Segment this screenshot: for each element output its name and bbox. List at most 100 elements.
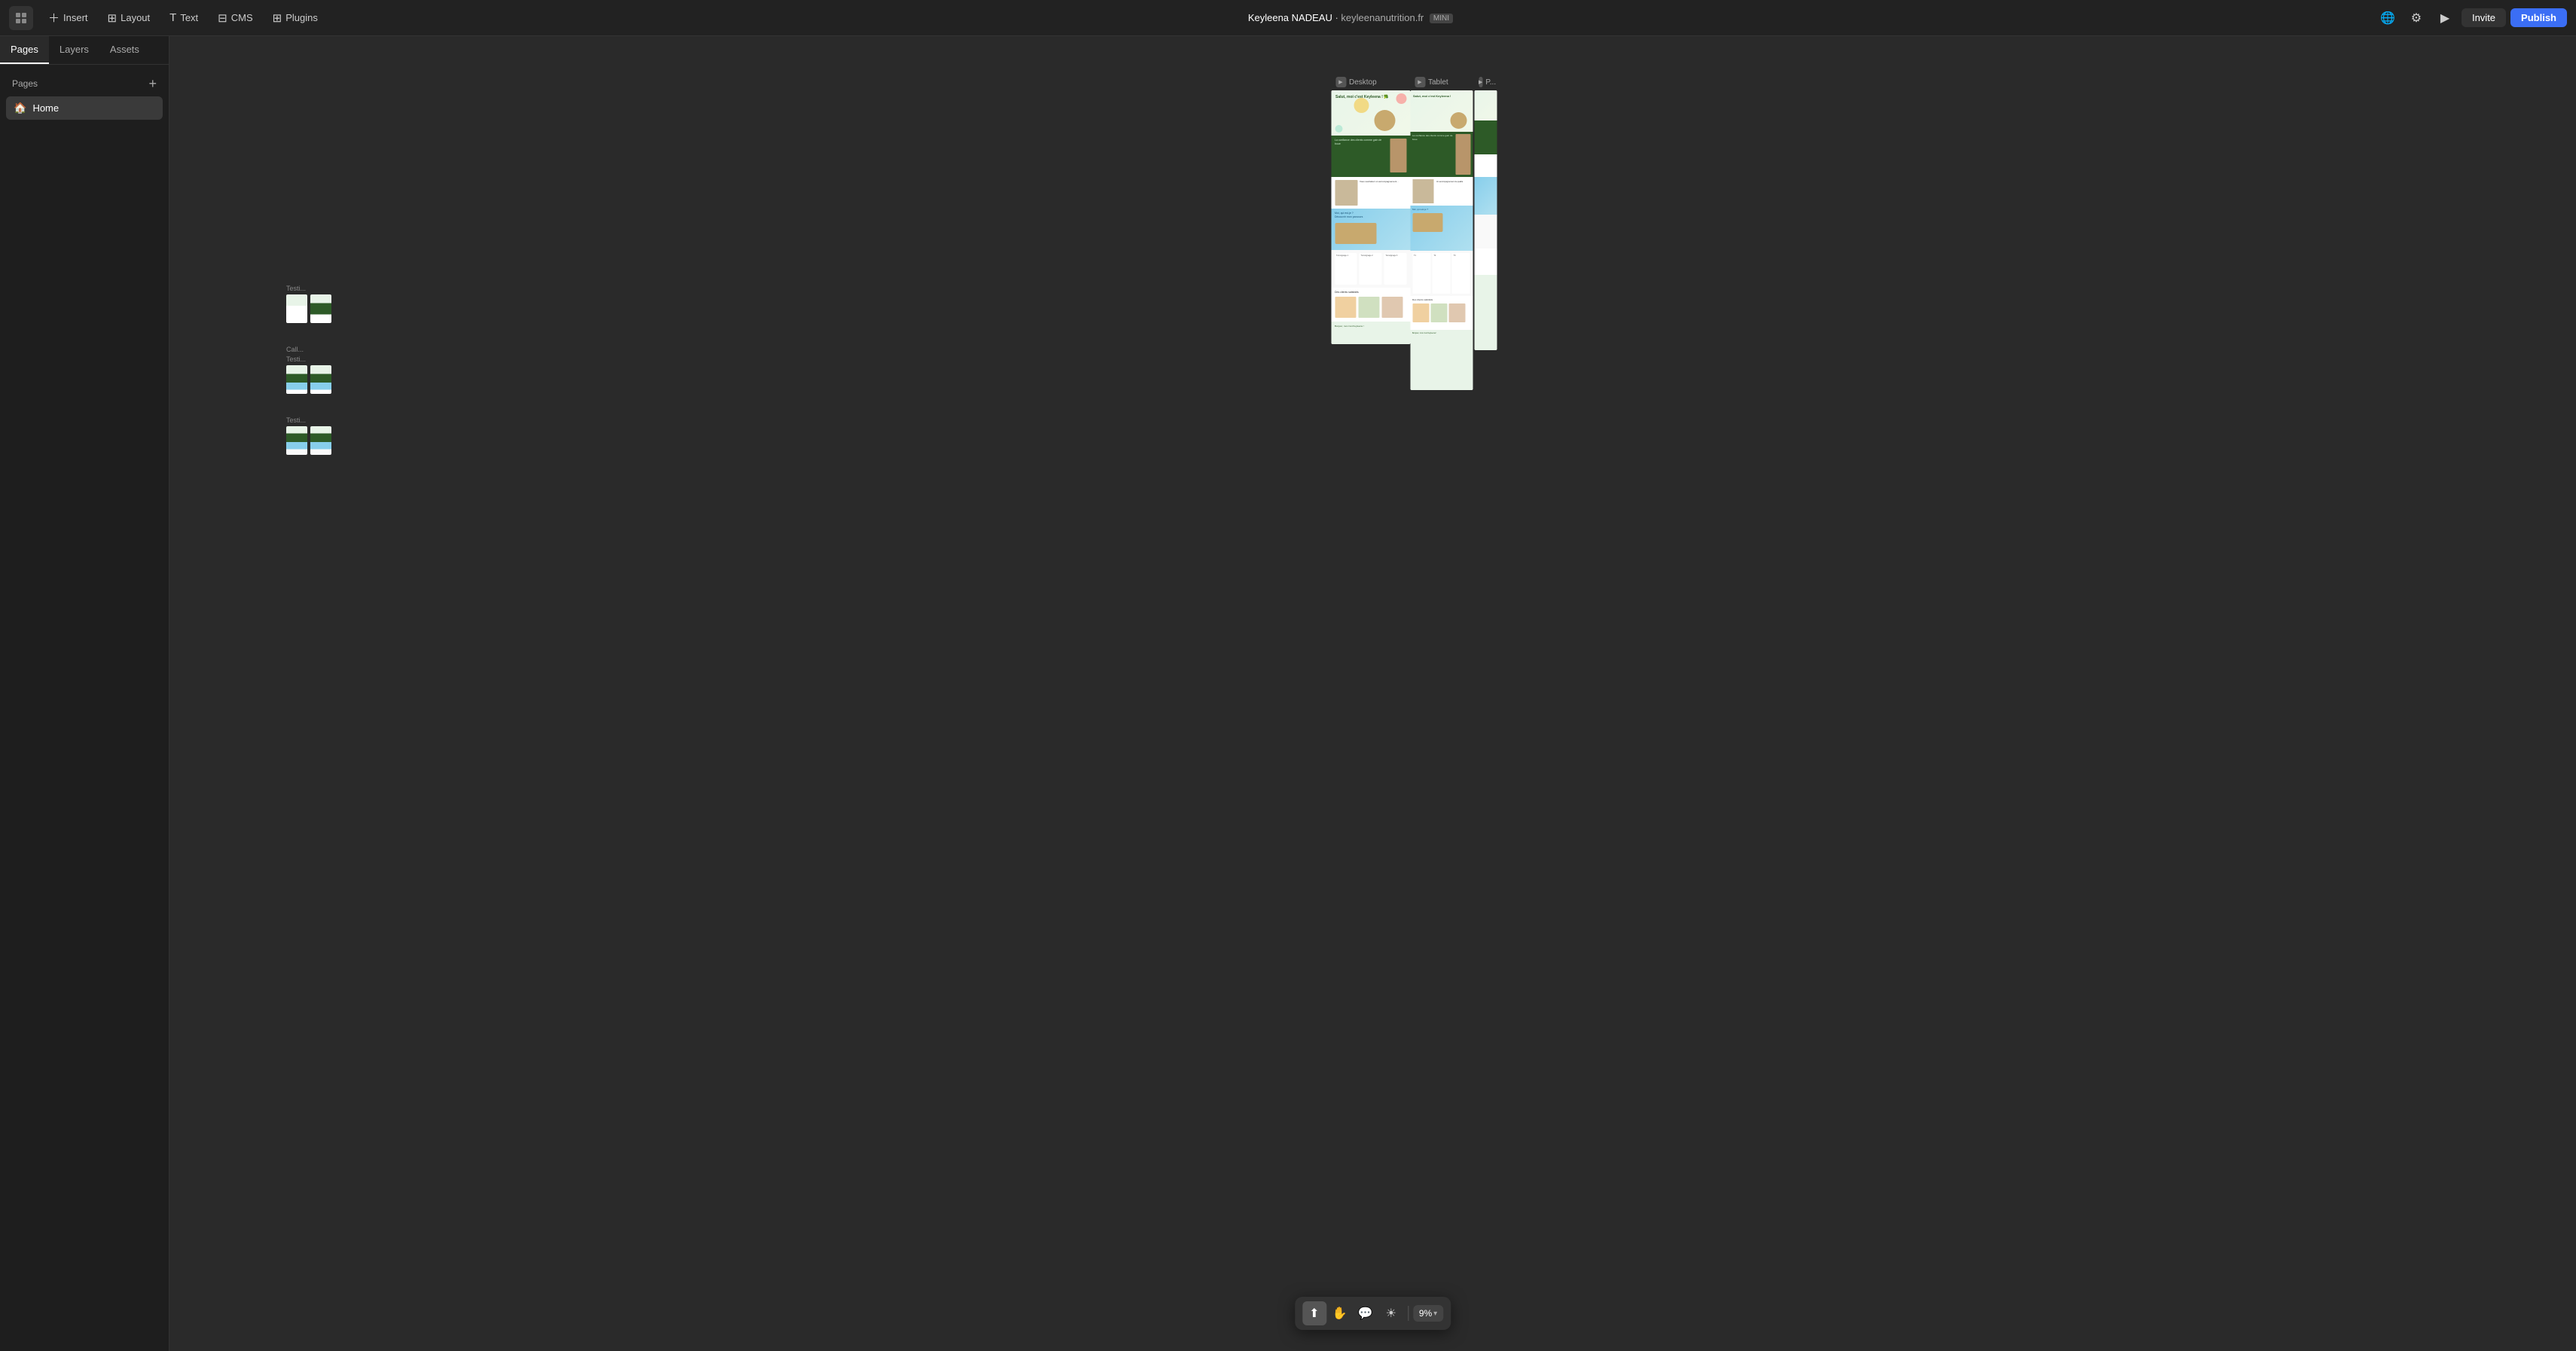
logo-button[interactable] bbox=[9, 6, 33, 30]
text-button[interactable]: T Text bbox=[162, 8, 206, 27]
settings-icon-button[interactable]: ⚙ bbox=[2404, 6, 2428, 30]
thumb-pair-1 bbox=[286, 294, 331, 323]
sidebar: Pages Layers Assets Pages + 🏠 Home bbox=[0, 36, 169, 1351]
thumb-mini-2b bbox=[310, 365, 331, 394]
desktop-column: ▶ Desktop Salut, moi c'est Keyleena ! 🥦 bbox=[1331, 74, 1410, 390]
cms-icon: ⊟ bbox=[218, 11, 227, 25]
home-icon: 🏠 bbox=[14, 102, 26, 114]
thumb-mini-3a bbox=[286, 426, 307, 455]
topbar-center: Keyleena NADEAU · keyleenanutrition.fr M… bbox=[330, 12, 2371, 23]
canvas-area[interactable]: Testi... Call... Testi... bbox=[169, 36, 2576, 1351]
phone-profile-section bbox=[1474, 154, 1497, 177]
desktop-section-img bbox=[1390, 139, 1406, 172]
tablet-testimonials-section: T1 T2 T3 bbox=[1410, 251, 1473, 296]
desktop-clients-section: Des clients satisfaits bbox=[1331, 288, 1410, 322]
bottom-toolbar: ⬆ ✋ 💬 ☀ 9% ▾ bbox=[1295, 1297, 1451, 1330]
desktop-bottom-section: Bonjour, moi c'est Keyleena ! bbox=[1331, 322, 1410, 344]
language-icon-button[interactable]: 🌐 bbox=[2376, 6, 2400, 30]
zoom-selector[interactable]: 9% ▾ bbox=[1413, 1305, 1443, 1322]
toolbar-divider bbox=[1408, 1306, 1409, 1321]
thumb-label-3: Testi... bbox=[286, 416, 306, 424]
zoom-arrow-icon: ▾ bbox=[1433, 1310, 1437, 1318]
settings-icon: ⚙ bbox=[2411, 11, 2422, 26]
thumb-pair-2 bbox=[286, 365, 331, 394]
small-thumbnails: Testi... Call... Testi... bbox=[286, 285, 331, 455]
desktop-profile-img bbox=[1335, 180, 1357, 206]
tablet-page-preview[interactable]: Salut, moi c'est Keyleena ! La confiance… bbox=[1410, 90, 1473, 390]
comment-icon: 💬 bbox=[1358, 1306, 1373, 1321]
lightbulb-icon: ☀ bbox=[1386, 1306, 1396, 1321]
phone-testimonials-section bbox=[1474, 215, 1497, 249]
phone-green-section bbox=[1474, 120, 1497, 154]
phone-header: ▶ P... bbox=[1474, 74, 1498, 90]
page-item-home[interactable]: 🏠 Home bbox=[6, 96, 163, 120]
thumb-group-2: Call... Testi... bbox=[286, 346, 331, 394]
desktop-hero-img bbox=[1374, 110, 1395, 131]
play-icon: ▶ bbox=[2440, 11, 2449, 26]
desktop-blue-section: Moi, qui est-je ?Découvrir mon parcours bbox=[1331, 209, 1410, 250]
tablet-bottom-section: Bonjour, moi c'est Keyleena ! bbox=[1410, 330, 1473, 390]
phone-page-preview[interactable] bbox=[1474, 90, 1497, 350]
thumb-mini-1a bbox=[286, 294, 307, 323]
thumb-group-3: Testi... bbox=[286, 416, 331, 455]
play-icon-button[interactable]: ▶ bbox=[2433, 6, 2457, 30]
publish-button[interactable]: Publish bbox=[2510, 8, 2567, 27]
tablet-play-icon: ▶ bbox=[1415, 77, 1425, 87]
sidebar-tabs: Pages Layers Assets bbox=[0, 36, 169, 65]
phone-clients-section bbox=[1474, 249, 1497, 275]
comment-tool-button[interactable]: 💬 bbox=[1354, 1301, 1378, 1325]
tablet-hero-section: Salut, moi c'est Keyleena ! bbox=[1410, 90, 1473, 132]
topbar-right: 🌐 ⚙ ▶ Invite Publish bbox=[2376, 6, 2567, 30]
main-area: Pages Layers Assets Pages + 🏠 Home Testi… bbox=[0, 36, 2576, 1351]
tablet-green-section: La confiance des clients comme gain de b… bbox=[1410, 132, 1473, 177]
desktop-page-preview[interactable]: Salut, moi c'est Keyleena ! 🥦 La confian… bbox=[1331, 90, 1410, 344]
cursor-tool-button[interactable]: ⬆ bbox=[1302, 1301, 1326, 1325]
phone-column: ▶ P... bbox=[1474, 74, 1498, 390]
phone-bottom-section bbox=[1474, 275, 1497, 350]
tablet-header: ▶ Tablet bbox=[1410, 74, 1474, 90]
cms-button[interactable]: ⊟ CMS bbox=[210, 8, 260, 28]
topbar: ＋ Insert ⊞ Layout T Text ⊟ CMS ⊞ Plugins… bbox=[0, 0, 2576, 36]
hand-tool-button[interactable]: ✋ bbox=[1328, 1301, 1352, 1325]
plugins-icon: ⊞ bbox=[273, 11, 282, 25]
thumb-label-1: Testi... bbox=[286, 285, 306, 292]
phone-play-icon: ▶ bbox=[1479, 77, 1482, 87]
insert-button[interactable]: ＋ Insert bbox=[41, 7, 96, 29]
desktop-testimonials-section: Témoignage 1 Témoignage 2 Témoignage 3 bbox=[1331, 250, 1410, 288]
tab-layers[interactable]: Layers bbox=[49, 36, 99, 64]
thumb-mini-2a bbox=[286, 365, 307, 394]
plugins-button[interactable]: ⊞ Plugins bbox=[265, 8, 325, 28]
desktop-profile-section: Vous souhaitez un accompagnement... bbox=[1331, 177, 1410, 209]
insert-icon: ＋ bbox=[48, 10, 60, 26]
tab-assets[interactable]: Assets bbox=[99, 36, 150, 64]
tablet-column: ▶ Tablet Salut, moi c'est Keyleena ! La … bbox=[1410, 74, 1474, 390]
phone-blue-section bbox=[1474, 177, 1497, 215]
thumb-mini-3b bbox=[310, 426, 331, 455]
preview-area: Testi... Call... Testi... bbox=[169, 36, 2576, 1351]
add-page-button[interactable]: + bbox=[148, 77, 157, 90]
thumb-pair-3 bbox=[286, 426, 331, 455]
desktop-green-section: La confiance des clients comme gain de b… bbox=[1331, 136, 1410, 177]
layout-icon: ⊞ bbox=[108, 11, 118, 25]
tablet-profile-img bbox=[1412, 179, 1433, 203]
phone-hero-section bbox=[1474, 90, 1497, 120]
layout-button[interactable]: ⊞ Layout bbox=[100, 8, 158, 28]
tablet-clients-section: Des clients satisfaits bbox=[1410, 296, 1473, 330]
pages-section-header: Pages + bbox=[6, 74, 163, 96]
desktop-hero-section: Salut, moi c'est Keyleena ! 🥦 bbox=[1331, 90, 1410, 136]
invite-button[interactable]: Invite bbox=[2462, 8, 2506, 27]
desktop-header: ▶ Desktop bbox=[1331, 74, 1410, 90]
thumb-label-2a: Call... bbox=[286, 346, 304, 353]
hand-icon: ✋ bbox=[1332, 1306, 1348, 1321]
sidebar-content: Pages + 🏠 Home bbox=[0, 65, 169, 1351]
tablet-blue-section: Moi, qui est-je ? bbox=[1410, 206, 1473, 251]
zoom-value: 9% bbox=[1419, 1308, 1432, 1319]
main-preview: ▶ Desktop Salut, moi c'est Keyleena ! 🥦 bbox=[1331, 74, 1498, 390]
language-icon: 🌐 bbox=[2380, 11, 2395, 26]
light-tool-button[interactable]: ☀ bbox=[1379, 1301, 1403, 1325]
tablet-profile-section: Un accompagnement de qualité bbox=[1410, 177, 1473, 206]
thumb-mini-1b bbox=[310, 294, 331, 323]
tab-pages[interactable]: Pages bbox=[0, 36, 49, 64]
tablet-section-img bbox=[1455, 134, 1470, 175]
thumb-group-1: Testi... bbox=[286, 285, 331, 323]
